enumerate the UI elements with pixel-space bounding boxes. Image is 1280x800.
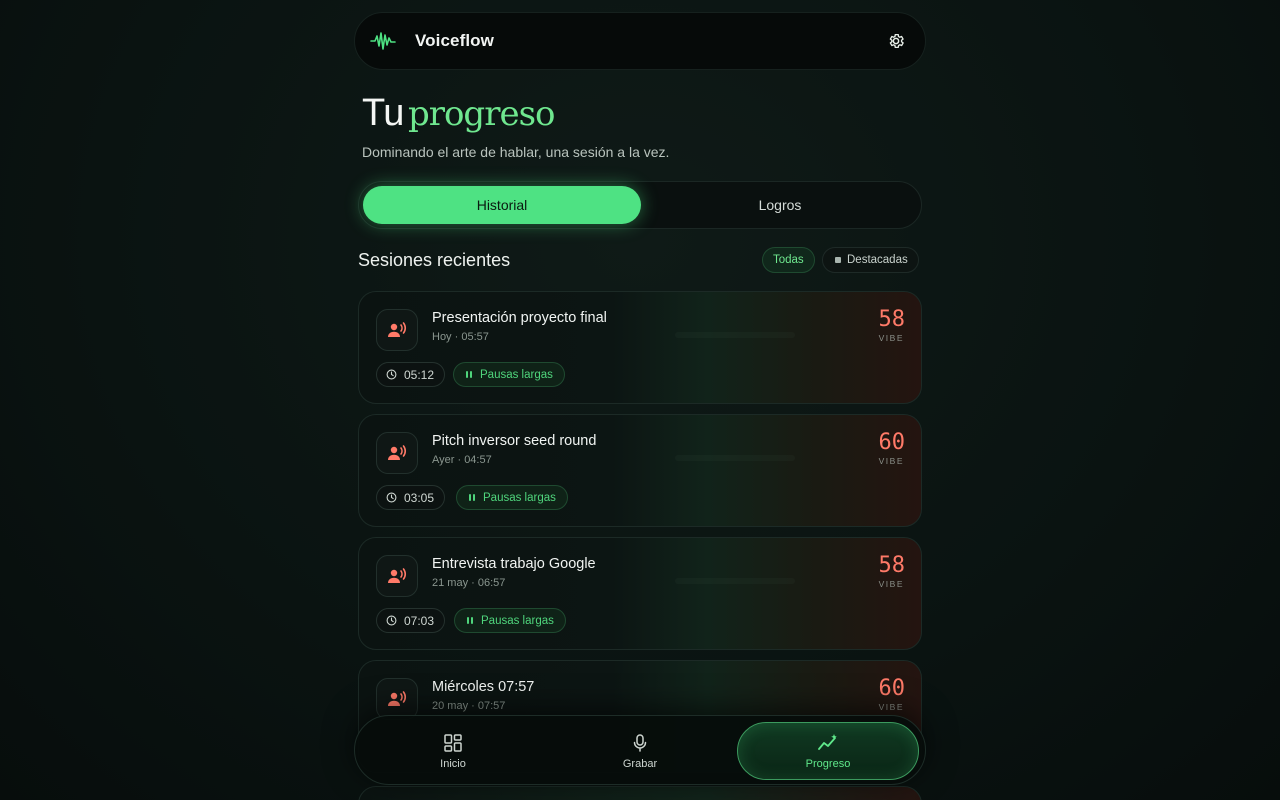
- clock-icon: [386, 615, 397, 626]
- clock-icon: [386, 369, 397, 380]
- top-bar: Voiceflow: [354, 12, 926, 70]
- nav-item-progreso[interactable]: Progreso: [737, 722, 919, 780]
- tag-label: Pausas largas: [481, 614, 554, 627]
- pause-icon: [466, 371, 472, 378]
- microphone-icon: [633, 733, 647, 752]
- tab-logros[interactable]: Logros: [641, 186, 919, 224]
- card-ghost-bar: [675, 455, 795, 461]
- session-meta: 20 may · 07:57: [432, 700, 506, 712]
- duration-chip: 05:12: [376, 362, 446, 387]
- tab-historial[interactable]: Historial: [363, 186, 641, 224]
- duration-value: 07:03: [404, 613, 435, 628]
- session-card[interactable]: Pitch inversor seed round Ayer · 04:57 6…: [358, 414, 922, 527]
- session-score-label: VIBE: [878, 456, 904, 466]
- filter-chip-destacadas[interactable]: Destacadas: [822, 247, 919, 273]
- waveform-logo-icon: [369, 27, 397, 55]
- session-score: 60: [878, 676, 906, 701]
- bottom-nav: Inicio Grabar Progreso: [354, 715, 926, 785]
- page-subtitle: Dominando el arte de hablar, una sesión …: [362, 144, 670, 160]
- session-card[interactable]: Presentación proyecto final Hoy · 05:57 …: [358, 291, 922, 404]
- page-title: Tu progreso: [362, 92, 556, 135]
- session-score-label: VIBE: [878, 333, 904, 343]
- dashboard-icon: [444, 733, 462, 752]
- speaker-avatar-icon: [376, 555, 418, 597]
- settings-gear-icon[interactable]: [885, 30, 907, 52]
- speaker-avatar-icon: [376, 678, 418, 720]
- duration-value: 03:05: [404, 490, 435, 505]
- filter-chip-destacadas-label: Destacadas: [847, 254, 908, 266]
- app-column: Voiceflow Tu progreso Dominando el arte d…: [354, 0, 926, 800]
- card-ghost-bar: [675, 332, 795, 338]
- card-ghost-bar: [675, 578, 795, 584]
- nav-label: Inicio: [440, 757, 466, 770]
- session-name: Pitch inversor seed round: [432, 433, 597, 449]
- duration-value: 05:12: [404, 367, 435, 382]
- tag-chip: Pausas largas: [456, 485, 568, 510]
- session-name: Miércoles 07:57: [432, 679, 535, 695]
- tag-chip: Pausas largas: [453, 362, 565, 387]
- duration-chip: 03:05: [376, 485, 446, 510]
- session-card-peek: [358, 786, 922, 800]
- segmented-tabs: Historial Logros: [358, 181, 922, 229]
- filter-chip-todas[interactable]: Todas: [762, 247, 815, 273]
- session-score: 60: [878, 430, 906, 455]
- nav-item-grabar[interactable]: Grabar: [550, 722, 730, 780]
- session-score: 58: [878, 553, 906, 578]
- duration-chip: 07:03: [376, 608, 446, 633]
- session-name: Entrevista trabajo Google: [432, 556, 596, 572]
- session-score: 58: [878, 307, 906, 332]
- session-score-label: VIBE: [878, 702, 904, 712]
- session-meta: Hoy · 05:57: [432, 331, 489, 343]
- page-title-prefix: Tu: [362, 92, 404, 134]
- speaker-avatar-icon: [376, 432, 418, 474]
- nav-label: Grabar: [622, 757, 658, 770]
- session-score-label: VIBE: [878, 579, 904, 589]
- tag-label: Pausas largas: [480, 368, 553, 381]
- session-meta: 21 may · 06:57: [432, 577, 506, 589]
- page-title-accent: progreso: [407, 94, 556, 134]
- session-card[interactable]: Entrevista trabajo Google 21 may · 06:57…: [358, 537, 922, 650]
- trend-up-sparkle-icon: [818, 733, 837, 750]
- clock-icon: [386, 492, 397, 503]
- session-name: Presentación proyecto final: [432, 310, 607, 326]
- tag-chip: Pausas largas: [454, 608, 566, 633]
- speaker-avatar-icon: [376, 309, 418, 351]
- square-icon: [835, 257, 841, 263]
- nav-item-inicio[interactable]: Inicio: [363, 722, 543, 780]
- pause-icon: [467, 617, 473, 624]
- tag-label: Pausas largas: [483, 491, 556, 504]
- section-title: Sesiones recientes: [358, 250, 511, 270]
- session-meta: Ayer · 04:57: [432, 454, 492, 466]
- pause-icon: [469, 494, 475, 501]
- app-name: Voiceflow: [415, 31, 494, 50]
- nav-label: Progreso: [805, 757, 851, 770]
